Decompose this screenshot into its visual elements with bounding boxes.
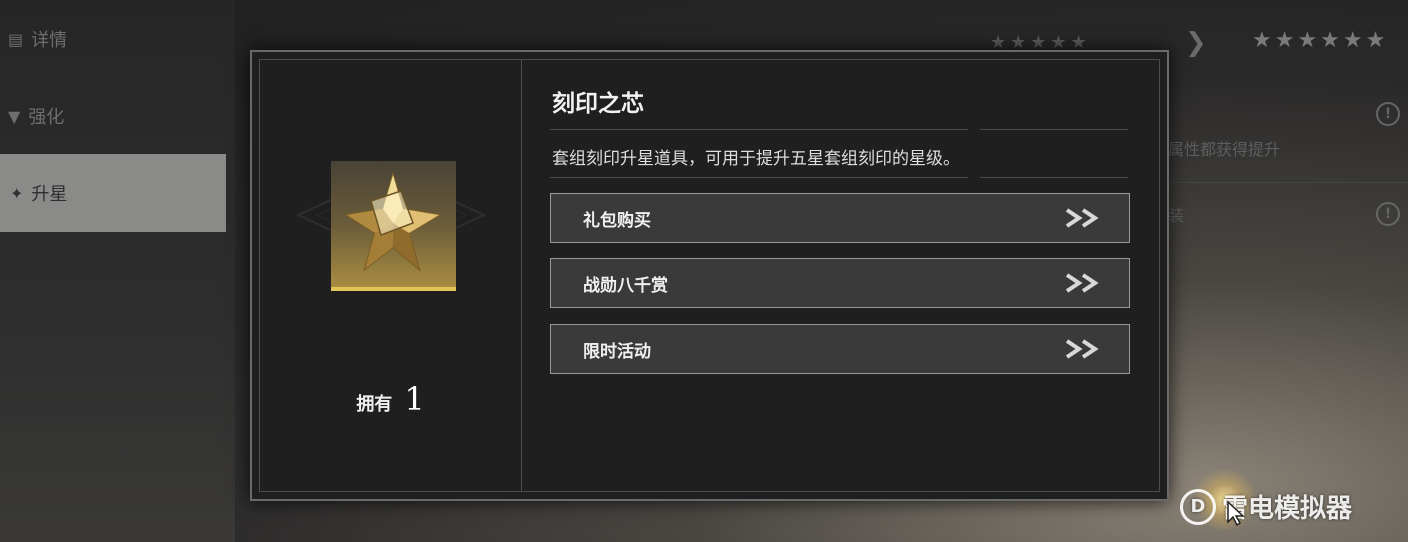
item-preview-pane: 拥有 1 xyxy=(260,60,522,491)
sidebar-item-upgrade[interactable]: ✦ 升星 xyxy=(0,154,226,232)
info-icon[interactable]: ! xyxy=(1376,202,1400,226)
background-row-text: 装 xyxy=(1168,206,1185,225)
sidebar-item-label: 详情 xyxy=(31,30,68,51)
owned-label: 拥有 xyxy=(356,394,393,415)
item-title: 刻印之芯 xyxy=(552,90,644,117)
divider xyxy=(980,129,1128,130)
info-icon[interactable]: ! xyxy=(1376,102,1400,126)
background-row-text: 属性都获得提升 xyxy=(1168,140,1281,159)
background-divider xyxy=(1168,182,1408,183)
item-description: 套组刻印升星道具，可用于提升五星套组刻印的星级。 xyxy=(552,149,960,169)
owned-quantity: 拥有 1 xyxy=(260,380,521,418)
sidebar-item-enhance[interactable]: ▼ 强化 xyxy=(8,101,64,131)
golden-star-crystal-icon xyxy=(344,171,442,272)
item-icon-card xyxy=(331,161,456,291)
modal-frame: 拥有 1 刻印之芯 套组刻印升星道具，可用于提升五星套组刻印的星级。 礼包购买 … xyxy=(259,59,1160,492)
owned-count: 1 xyxy=(404,380,425,418)
source-button-gift-pack[interactable]: 礼包购买 xyxy=(550,193,1130,243)
divider xyxy=(980,177,1128,178)
item-info-pane: 刻印之芯 套组刻印升星道具，可用于提升五星套组刻印的星级。 礼包购买 战勋八千赏 xyxy=(550,60,1132,491)
mouse-cursor-icon xyxy=(1227,500,1245,526)
divider xyxy=(550,129,968,130)
chevron-right-icon: ❯ xyxy=(1185,28,1207,58)
source-label: 战勋八千赏 xyxy=(583,275,668,296)
details-icon: ▤ xyxy=(8,29,24,49)
item-detail-modal: 拥有 1 刻印之芯 套组刻印升星道具，可用于提升五星套组刻印的星级。 礼包购买 … xyxy=(250,50,1169,501)
double-chevron-right-icon xyxy=(1065,273,1099,293)
sidebar-item-details[interactable]: ▤ 详情 xyxy=(8,24,67,54)
source-button-battle-pass[interactable]: 战勋八千赏 xyxy=(550,258,1130,308)
double-chevron-right-icon xyxy=(1065,339,1099,359)
sidebar-item-label: 升星 xyxy=(31,184,68,205)
source-label: 限时活动 xyxy=(583,341,651,362)
double-chevron-right-icon xyxy=(1065,208,1099,228)
sidebar-item-label: 强化 xyxy=(28,107,65,128)
star-upgrade-icon: ✦ xyxy=(10,183,24,203)
emulator-watermark: D 雷电模拟器 xyxy=(1180,488,1352,525)
next-star-rating: ★★★★★★ xyxy=(1252,28,1389,53)
ldplayer-logo-icon: D xyxy=(1180,488,1216,525)
triangle-down-icon: ▼ xyxy=(8,106,21,126)
background-sidebar: ▤ 详情 ▼ 强化 ✦ 升星 xyxy=(0,0,235,542)
source-button-limited-event[interactable]: 限时活动 xyxy=(550,324,1130,374)
source-label: 礼包购买 xyxy=(583,210,651,231)
divider xyxy=(550,177,968,178)
